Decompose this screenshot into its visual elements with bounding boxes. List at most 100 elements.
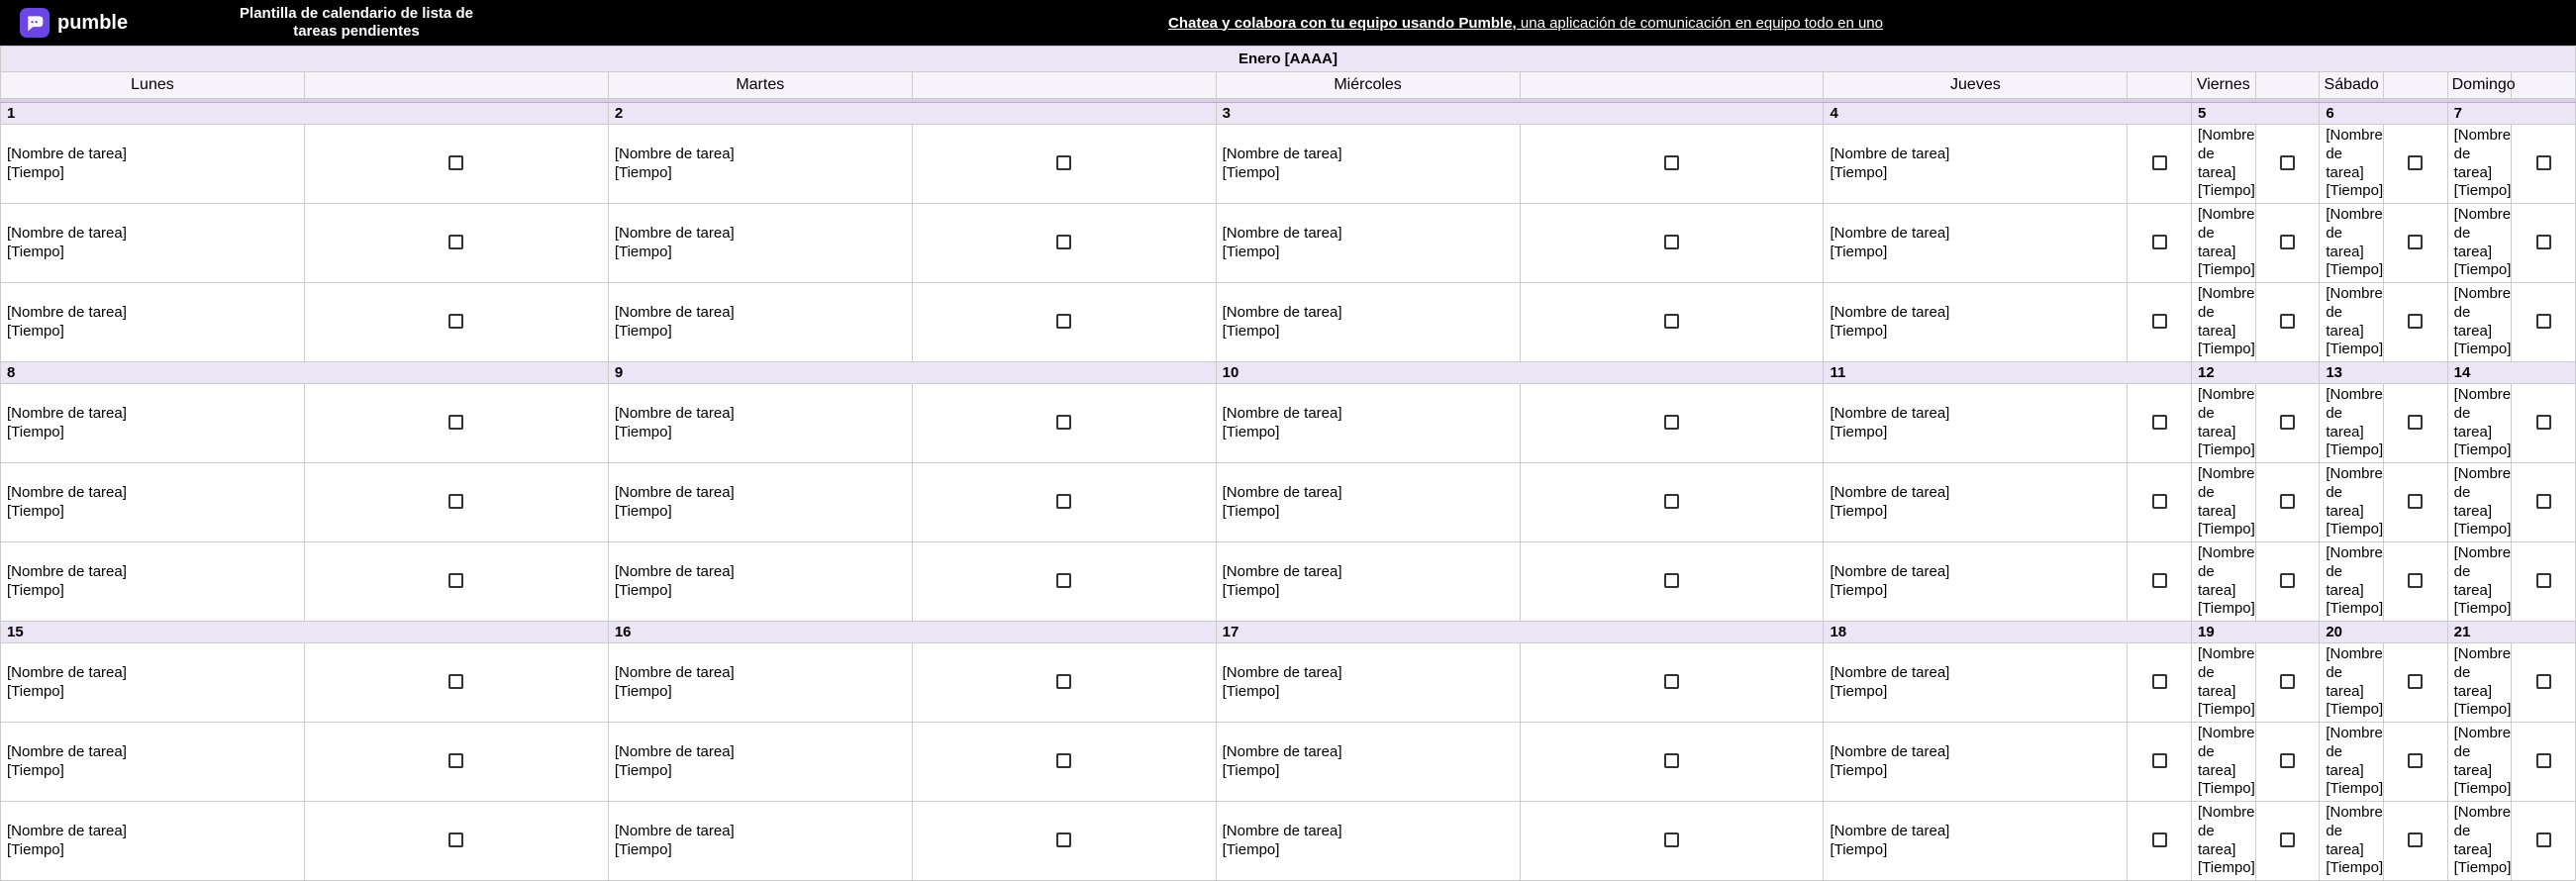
task-checkbox[interactable] xyxy=(2280,573,2295,588)
task-cell[interactable]: [Nombre de tarea][Tiempo] xyxy=(2192,204,2256,283)
task-cell[interactable]: [Nombre de tarea][Tiempo] xyxy=(2447,643,2512,723)
task-cell[interactable]: [Nombre de tarea][Tiempo] xyxy=(1216,283,1520,362)
task-checkbox[interactable] xyxy=(2536,415,2551,430)
task-checkbox[interactable] xyxy=(1056,415,1071,430)
task-cell[interactable]: [Nombre de tarea][Tiempo] xyxy=(2192,463,2256,542)
task-checkbox[interactable] xyxy=(2152,674,2167,689)
task-cell[interactable]: [Nombre de tarea][Tiempo] xyxy=(2447,384,2512,463)
task-cell[interactable]: [Nombre de tarea][Tiempo] xyxy=(2320,283,2384,362)
task-cell[interactable]: [Nombre de tarea][Tiempo] xyxy=(2192,723,2256,802)
task-cell[interactable]: [Nombre de tarea][Tiempo] xyxy=(2447,125,2512,204)
task-cell[interactable]: [Nombre de tarea][Tiempo] xyxy=(1824,125,2128,204)
task-checkbox[interactable] xyxy=(2280,235,2295,249)
task-cell[interactable]: [Nombre de tarea][Tiempo] xyxy=(1824,384,2128,463)
task-checkbox[interactable] xyxy=(2280,314,2295,329)
task-checkbox[interactable] xyxy=(2408,415,2423,430)
task-cell[interactable]: [Nombre de tarea][Tiempo] xyxy=(1216,204,1520,283)
task-cell[interactable]: [Nombre de tarea][Tiempo] xyxy=(2447,283,2512,362)
task-checkbox[interactable] xyxy=(2408,494,2423,509)
task-cell[interactable]: [Nombre de tarea][Tiempo] xyxy=(1216,463,1520,542)
task-cell[interactable]: [Nombre de tarea][Tiempo] xyxy=(1,125,305,204)
task-cell[interactable]: [Nombre de tarea][Tiempo] xyxy=(1,643,305,723)
task-cell[interactable]: [Nombre de tarea][Tiempo] xyxy=(1216,542,1520,622)
task-checkbox[interactable] xyxy=(2152,753,2167,768)
task-checkbox[interactable] xyxy=(2408,573,2423,588)
task-checkbox[interactable] xyxy=(2280,753,2295,768)
task-checkbox[interactable] xyxy=(448,235,463,249)
task-cell[interactable]: [Nombre de tarea][Tiempo] xyxy=(1216,384,1520,463)
task-checkbox[interactable] xyxy=(1056,235,1071,249)
task-checkbox[interactable] xyxy=(448,494,463,509)
task-cell[interactable]: [Nombre de tarea][Tiempo] xyxy=(1824,204,2128,283)
task-cell[interactable]: [Nombre de tarea][Tiempo] xyxy=(1,283,305,362)
task-cell[interactable]: [Nombre de tarea][Tiempo] xyxy=(608,384,912,463)
task-checkbox[interactable] xyxy=(2536,494,2551,509)
task-cell[interactable]: [Nombre de tarea][Tiempo] xyxy=(1,723,305,802)
task-checkbox[interactable] xyxy=(1664,415,1679,430)
task-checkbox[interactable] xyxy=(1664,753,1679,768)
task-cell[interactable]: [Nombre de tarea][Tiempo] xyxy=(1824,723,2128,802)
task-cell[interactable]: [Nombre de tarea][Tiempo] xyxy=(1,542,305,622)
task-checkbox[interactable] xyxy=(1056,155,1071,170)
task-checkbox[interactable] xyxy=(1056,832,1071,847)
task-checkbox[interactable] xyxy=(2280,415,2295,430)
task-cell[interactable]: [Nombre de tarea][Tiempo] xyxy=(2447,542,2512,622)
task-cell[interactable]: [Nombre de tarea][Tiempo] xyxy=(2447,723,2512,802)
task-checkbox[interactable] xyxy=(1056,753,1071,768)
task-cell[interactable]: [Nombre de tarea][Tiempo] xyxy=(2192,125,2256,204)
task-checkbox[interactable] xyxy=(1056,573,1071,588)
task-checkbox[interactable] xyxy=(1056,494,1071,509)
task-checkbox[interactable] xyxy=(2408,753,2423,768)
task-checkbox[interactable] xyxy=(2536,314,2551,329)
task-cell[interactable]: [Nombre de tarea][Tiempo] xyxy=(608,723,912,802)
task-cell[interactable]: [Nombre de tarea][Tiempo] xyxy=(2447,802,2512,881)
task-checkbox[interactable] xyxy=(2152,235,2167,249)
task-checkbox[interactable] xyxy=(1664,494,1679,509)
task-cell[interactable]: [Nombre de tarea][Tiempo] xyxy=(2320,802,2384,881)
task-cell[interactable]: [Nombre de tarea][Tiempo] xyxy=(608,125,912,204)
task-checkbox[interactable] xyxy=(2280,155,2295,170)
task-checkbox[interactable] xyxy=(2408,314,2423,329)
task-checkbox[interactable] xyxy=(448,753,463,768)
task-cell[interactable]: [Nombre de tarea][Tiempo] xyxy=(2320,204,2384,283)
task-checkbox[interactable] xyxy=(2280,494,2295,509)
task-cell[interactable]: [Nombre de tarea][Tiempo] xyxy=(2320,542,2384,622)
task-checkbox[interactable] xyxy=(1664,155,1679,170)
task-cell[interactable]: [Nombre de tarea][Tiempo] xyxy=(1,384,305,463)
task-cell[interactable]: [Nombre de tarea][Tiempo] xyxy=(1216,802,1520,881)
task-checkbox[interactable] xyxy=(2536,155,2551,170)
task-checkbox[interactable] xyxy=(1664,235,1679,249)
task-checkbox[interactable] xyxy=(2408,155,2423,170)
task-cell[interactable]: [Nombre de tarea][Tiempo] xyxy=(2192,643,2256,723)
task-cell[interactable]: [Nombre de tarea][Tiempo] xyxy=(1824,643,2128,723)
task-checkbox[interactable] xyxy=(2152,155,2167,170)
task-cell[interactable]: [Nombre de tarea][Tiempo] xyxy=(2447,204,2512,283)
task-checkbox[interactable] xyxy=(2536,573,2551,588)
task-checkbox[interactable] xyxy=(2536,674,2551,689)
tagline[interactable]: Chatea y colabora con tu equipo usando P… xyxy=(495,15,2556,32)
task-checkbox[interactable] xyxy=(2152,573,2167,588)
task-cell[interactable]: [Nombre de tarea][Tiempo] xyxy=(608,463,912,542)
task-checkbox[interactable] xyxy=(1056,674,1071,689)
task-checkbox[interactable] xyxy=(448,155,463,170)
task-checkbox[interactable] xyxy=(448,573,463,588)
task-checkbox[interactable] xyxy=(2152,314,2167,329)
task-cell[interactable]: [Nombre de tarea][Tiempo] xyxy=(2320,463,2384,542)
task-checkbox[interactable] xyxy=(2408,674,2423,689)
task-cell[interactable]: [Nombre de tarea][Tiempo] xyxy=(1,204,305,283)
task-cell[interactable]: [Nombre de tarea][Tiempo] xyxy=(2192,802,2256,881)
task-checkbox[interactable] xyxy=(448,674,463,689)
task-checkbox[interactable] xyxy=(2152,494,2167,509)
task-checkbox[interactable] xyxy=(2408,235,2423,249)
task-cell[interactable]: [Nombre de tarea][Tiempo] xyxy=(1824,463,2128,542)
task-cell[interactable]: [Nombre de tarea][Tiempo] xyxy=(1216,125,1520,204)
task-cell[interactable]: [Nombre de tarea][Tiempo] xyxy=(2320,723,2384,802)
task-checkbox[interactable] xyxy=(2536,832,2551,847)
task-cell[interactable]: [Nombre de tarea][Tiempo] xyxy=(2192,384,2256,463)
task-checkbox[interactable] xyxy=(448,415,463,430)
task-checkbox[interactable] xyxy=(2280,832,2295,847)
task-cell[interactable]: [Nombre de tarea][Tiempo] xyxy=(2320,125,2384,204)
task-checkbox[interactable] xyxy=(1056,314,1071,329)
task-cell[interactable]: [Nombre de tarea][Tiempo] xyxy=(2192,283,2256,362)
task-cell[interactable]: [Nombre de tarea][Tiempo] xyxy=(608,643,912,723)
